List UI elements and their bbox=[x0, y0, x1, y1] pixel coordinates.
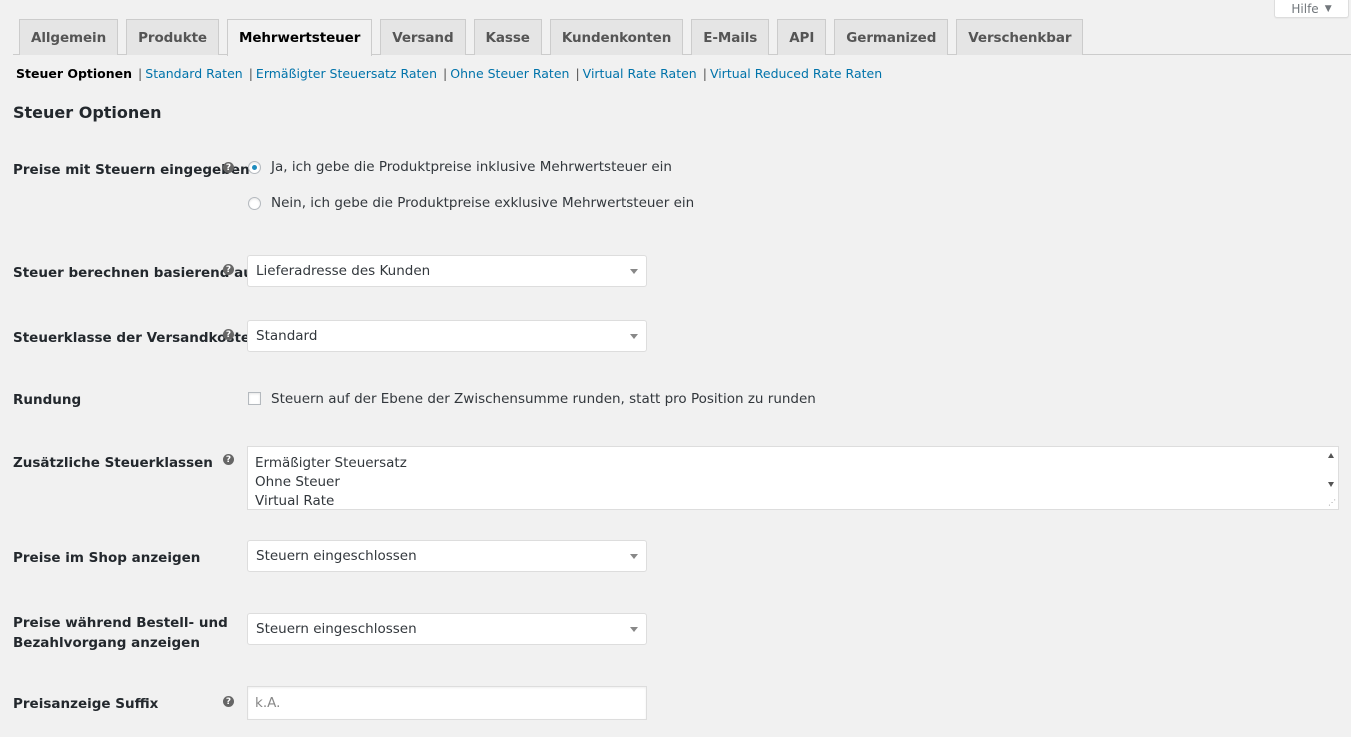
help-button[interactable]: Hilfe ▼ bbox=[1274, 0, 1349, 18]
subnav-separator: | bbox=[443, 65, 448, 81]
chevron-down-icon bbox=[630, 334, 638, 339]
chevron-down-icon bbox=[630, 627, 638, 632]
tab-emails[interactable]: E-Mails bbox=[691, 19, 770, 55]
rounding-label: Rundung bbox=[13, 392, 82, 408]
chevron-down-icon bbox=[630, 554, 638, 559]
display-prices-cart-value: Steuern eingeschlossen bbox=[256, 621, 417, 637]
prices-entered-label: Preise mit Steuern eingegeben bbox=[13, 162, 250, 178]
subsection-nav: Steuer Optionen | Standard Raten | Ermäß… bbox=[16, 64, 882, 82]
question-circle-icon[interactable]: ? bbox=[223, 264, 234, 275]
tax-based-on-value: Lieferadresse des Kunden bbox=[256, 263, 431, 279]
display-prices-cart-select[interactable]: Steuern eingeschlossen bbox=[247, 613, 647, 645]
question-circle-icon[interactable]: ? bbox=[223, 454, 234, 465]
tab-versand[interactable]: Versand bbox=[380, 19, 466, 55]
tax-based-on-label: Steuer berechnen basierend auf bbox=[13, 265, 259, 281]
section-title: Steuer Optionen bbox=[13, 103, 162, 122]
subnav-current: Steuer Optionen bbox=[16, 65, 133, 81]
scroll-up-icon[interactable] bbox=[1328, 453, 1334, 458]
settings-tabs: Allgemein Produkte Mehrwertsteuer Versan… bbox=[19, 19, 1084, 56]
scroll-down-icon[interactable] bbox=[1328, 482, 1334, 487]
tab-kasse[interactable]: Kasse bbox=[473, 19, 542, 55]
tax-based-on-select[interactable]: Lieferadresse des Kunden bbox=[247, 255, 647, 287]
display-prices-shop-label: Preise im Shop anzeigen bbox=[13, 550, 201, 566]
subnav-link-ermaessigter-raten[interactable]: Ermäßigter Steuersatz Raten bbox=[256, 66, 437, 81]
question-circle-icon[interactable]: ? bbox=[223, 329, 234, 340]
tab-api[interactable]: API bbox=[777, 19, 827, 55]
tax-class-line: Ermäßigter Steuersatz bbox=[255, 455, 407, 471]
resize-handle-icon[interactable]: ⋰ bbox=[1328, 499, 1336, 507]
display-prices-cart-label: Preise während Bestell- und Bezahlvorgan… bbox=[13, 613, 228, 653]
caret-down-icon: ▼ bbox=[1324, 3, 1332, 14]
prices-inclusive-label[interactable]: Ja, ich gebe die Produktpreise inklusive… bbox=[271, 158, 672, 176]
shipping-tax-class-select[interactable]: Standard bbox=[247, 320, 647, 352]
subnav-separator: | bbox=[138, 65, 143, 81]
price-suffix-label: Preisanzeige Suffix bbox=[13, 696, 159, 712]
additional-tax-classes-label: Zusätzliche Steuerklassen bbox=[13, 455, 213, 471]
display-prices-cart-label-line1: Preise während Bestell- und bbox=[13, 615, 228, 631]
tax-class-line: Virtual Rate bbox=[255, 493, 335, 509]
price-suffix-input[interactable] bbox=[247, 686, 647, 720]
rounding-checkbox-label[interactable]: Steuern auf der Ebene der Zwischensumme … bbox=[271, 390, 816, 408]
tab-allgemein[interactable]: Allgemein bbox=[19, 19, 119, 55]
subnav-separator: | bbox=[575, 65, 580, 81]
display-prices-shop-select[interactable]: Steuern eingeschlossen bbox=[247, 540, 647, 572]
tab-produkte[interactable]: Produkte bbox=[126, 19, 219, 55]
display-prices-cart-label-line2: Bezahlvorgang anzeigen bbox=[13, 635, 200, 651]
help-label: Hilfe bbox=[1291, 1, 1319, 16]
chevron-down-icon bbox=[630, 269, 638, 274]
subnav-separator: | bbox=[702, 65, 707, 81]
shipping-tax-class-value: Standard bbox=[256, 328, 318, 344]
subnav-link-virtual-rate-raten[interactable]: Virtual Rate Raten bbox=[583, 66, 697, 81]
tab-kundenkonten[interactable]: Kundenkonten bbox=[549, 19, 684, 55]
prices-exclusive-radio[interactable] bbox=[248, 197, 261, 210]
additional-tax-classes-textarea[interactable]: Ermäßigter Steuersatz Ohne Steuer Virtua… bbox=[247, 446, 1339, 510]
tab-germanized[interactable]: Germanized bbox=[834, 19, 949, 55]
tab-verschenkbar[interactable]: Verschenkbar bbox=[956, 19, 1084, 55]
prices-exclusive-label[interactable]: Nein, ich gebe die Produktpreise exklusi… bbox=[271, 194, 694, 212]
subnav-link-virtual-reduced-rate-raten[interactable]: Virtual Reduced Rate Raten bbox=[710, 66, 882, 81]
prices-inclusive-radio[interactable] bbox=[248, 161, 261, 174]
subnav-link-standard-raten[interactable]: Standard Raten bbox=[145, 66, 242, 81]
question-circle-icon[interactable]: ? bbox=[223, 162, 234, 173]
display-prices-shop-value: Steuern eingeschlossen bbox=[256, 548, 417, 564]
tab-mehrwertsteuer[interactable]: Mehrwertsteuer bbox=[226, 19, 373, 56]
rounding-checkbox[interactable] bbox=[248, 392, 261, 405]
question-circle-icon[interactable]: ? bbox=[223, 696, 234, 707]
tax-class-line: Ohne Steuer bbox=[255, 474, 340, 490]
subnav-link-ohne-steuer-raten[interactable]: Ohne Steuer Raten bbox=[450, 66, 569, 81]
subnav-separator: | bbox=[248, 65, 253, 81]
